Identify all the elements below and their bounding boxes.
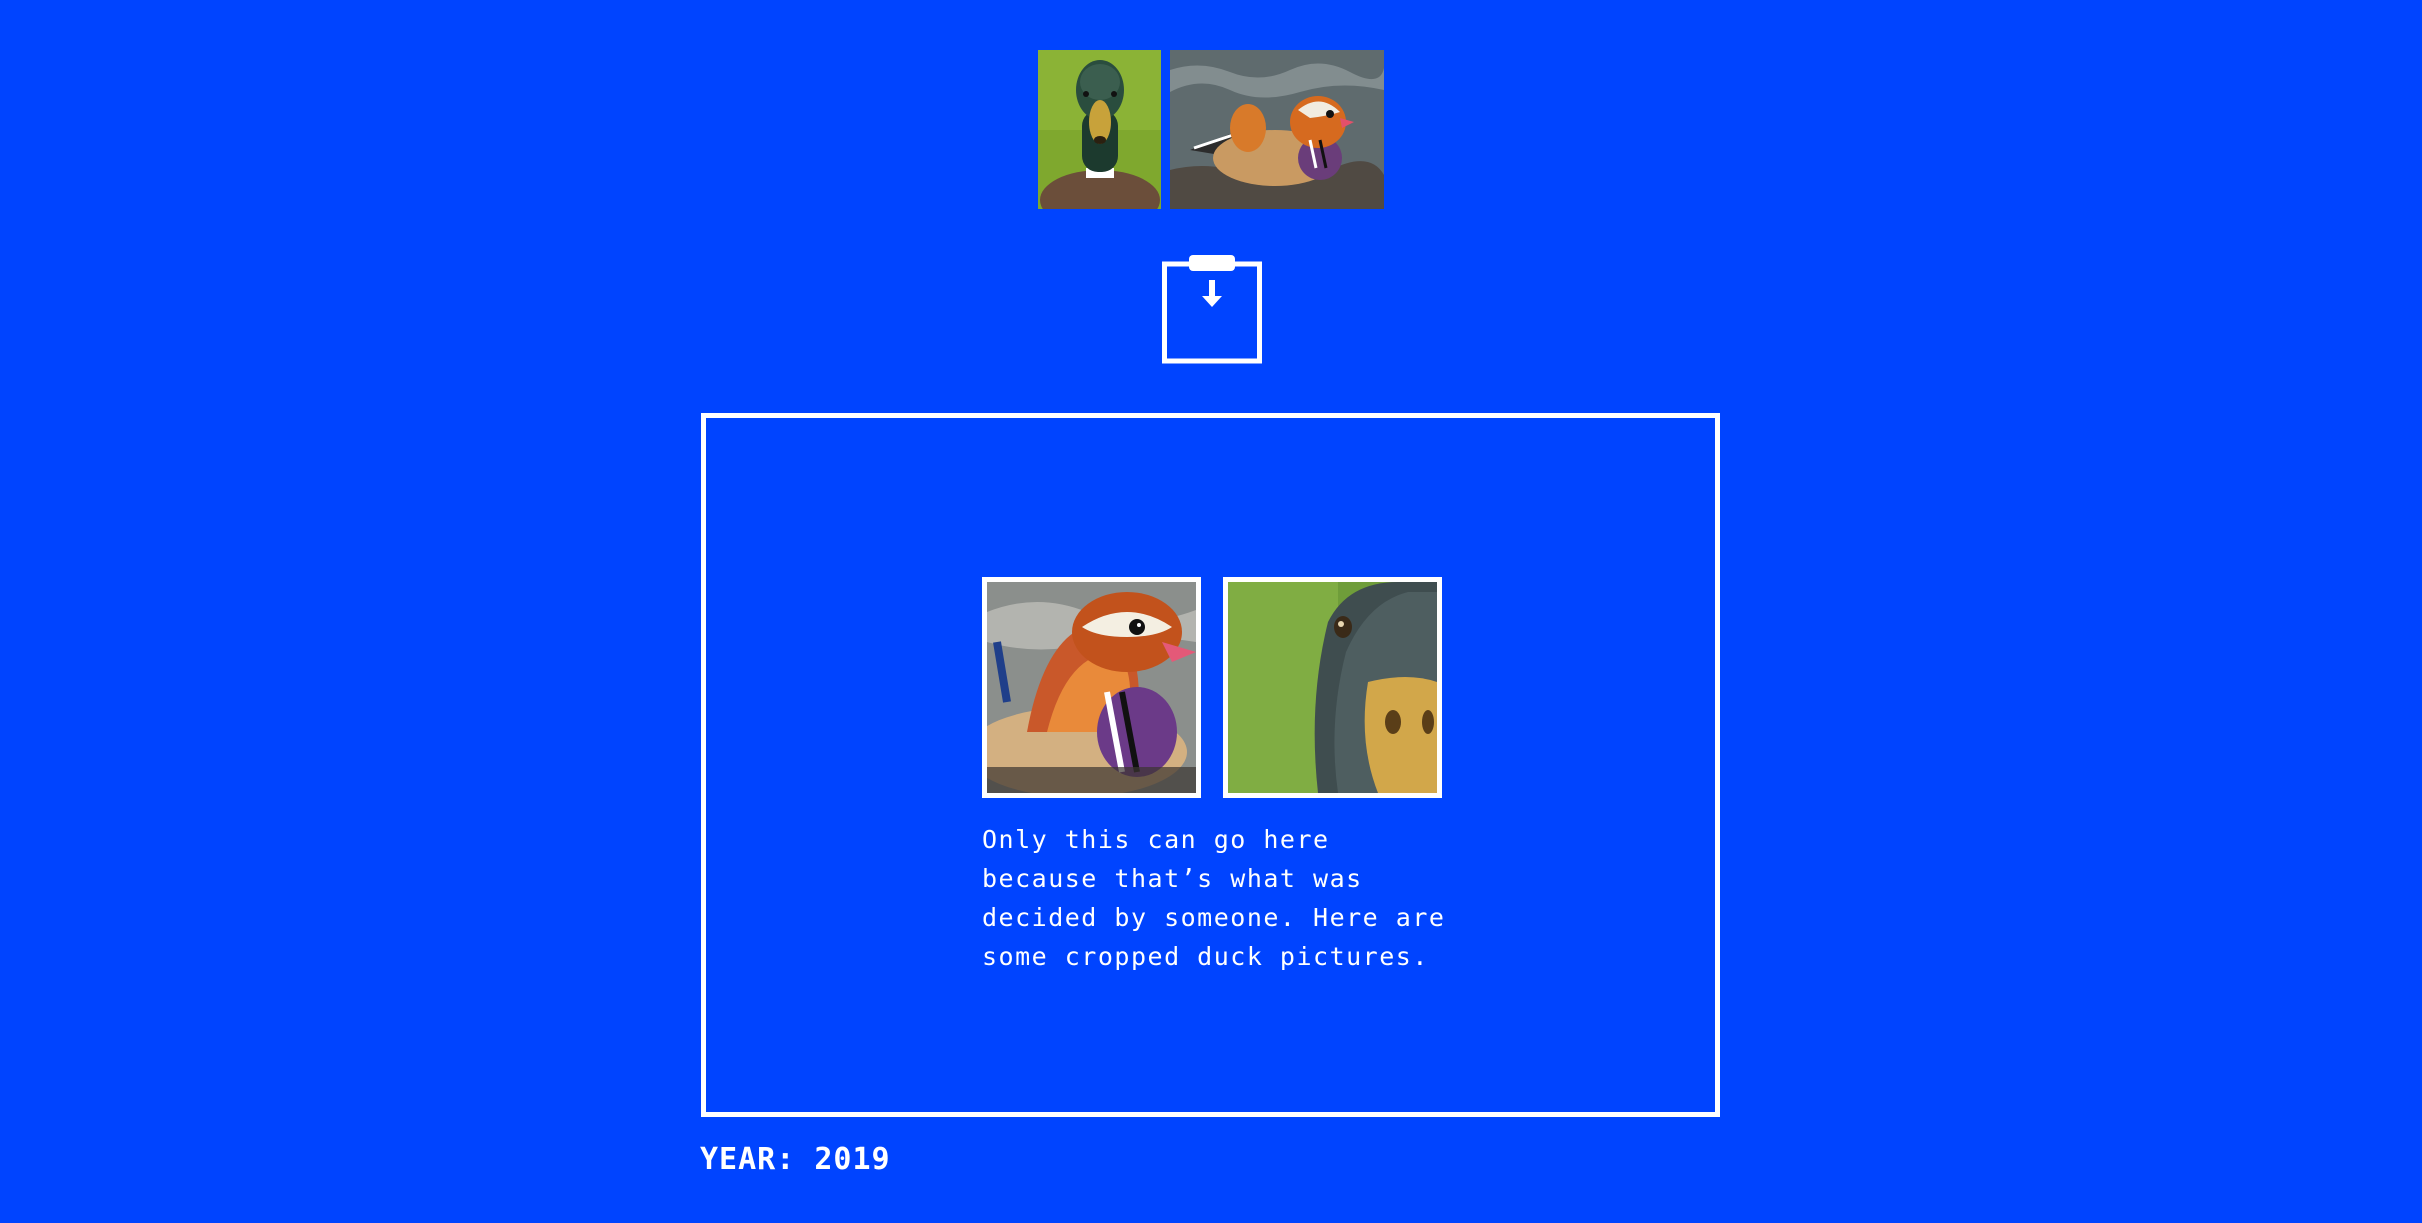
mandarin-duck-crop: [982, 577, 1201, 798]
clipboard-download-icon[interactable]: [1162, 254, 1262, 364]
mandarin-duck-photo: [1170, 50, 1384, 209]
mallard-duck-crop: [1223, 577, 1442, 798]
drop-zone-frame[interactable]: [701, 413, 1720, 1117]
mallard-duck-photo: [1038, 50, 1161, 209]
year-label: YEAR: 2019: [700, 1142, 891, 1177]
caption-text: Only this can go here because that’s wha…: [982, 825, 1446, 971]
